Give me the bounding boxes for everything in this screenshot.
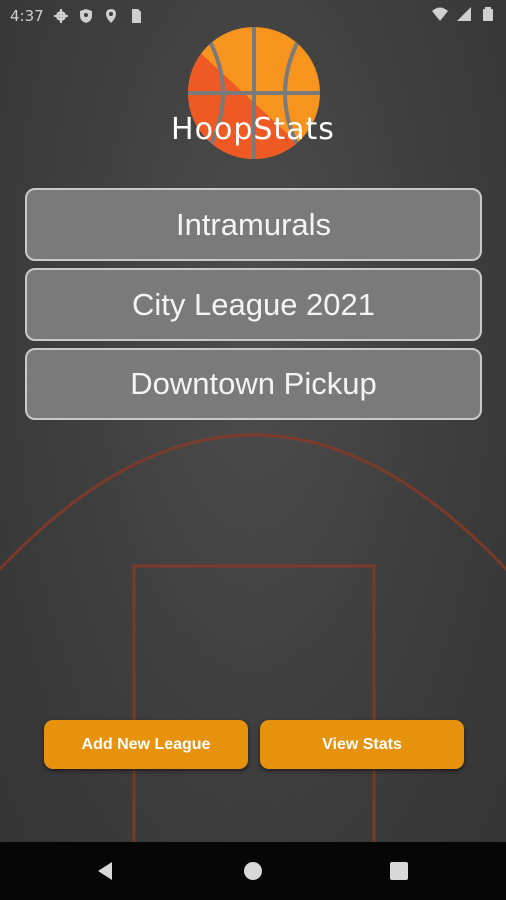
league-list: Intramurals City League 2021 Downtown Pi… bbox=[25, 188, 482, 427]
home-button[interactable] bbox=[240, 858, 266, 884]
home-icon bbox=[244, 862, 262, 880]
wifi-icon bbox=[432, 7, 448, 21]
app-screen: 4:37 HoopStats Intramurals City League 2… bbox=[0, 0, 506, 900]
back-button[interactable] bbox=[92, 858, 118, 884]
recents-button[interactable] bbox=[386, 858, 412, 884]
league-item-intramurals[interactable]: Intramurals bbox=[25, 188, 482, 261]
add-new-league-button[interactable]: Add New League bbox=[44, 720, 248, 769]
back-icon bbox=[98, 862, 112, 880]
league-item-city-league-2021[interactable]: City League 2021 bbox=[25, 268, 482, 341]
navigation-bar bbox=[0, 842, 506, 900]
league-item-downtown-pickup[interactable]: Downtown Pickup bbox=[25, 348, 482, 420]
view-stats-button[interactable]: View Stats bbox=[260, 720, 464, 769]
recents-icon bbox=[390, 862, 408, 880]
app-title: HoopStats bbox=[171, 112, 335, 147]
sim-card-icon bbox=[131, 9, 141, 23]
court-key bbox=[132, 564, 376, 858]
gear-icon bbox=[53, 9, 68, 23]
shield-icon bbox=[79, 9, 92, 23]
location-icon bbox=[105, 9, 116, 23]
action-buttons: Add New League View Stats bbox=[44, 720, 464, 770]
battery-icon bbox=[483, 7, 493, 21]
court-center-circle bbox=[0, 433, 506, 572]
cell-signal-icon bbox=[457, 7, 471, 21]
status-time: 4:37 bbox=[10, 7, 44, 25]
